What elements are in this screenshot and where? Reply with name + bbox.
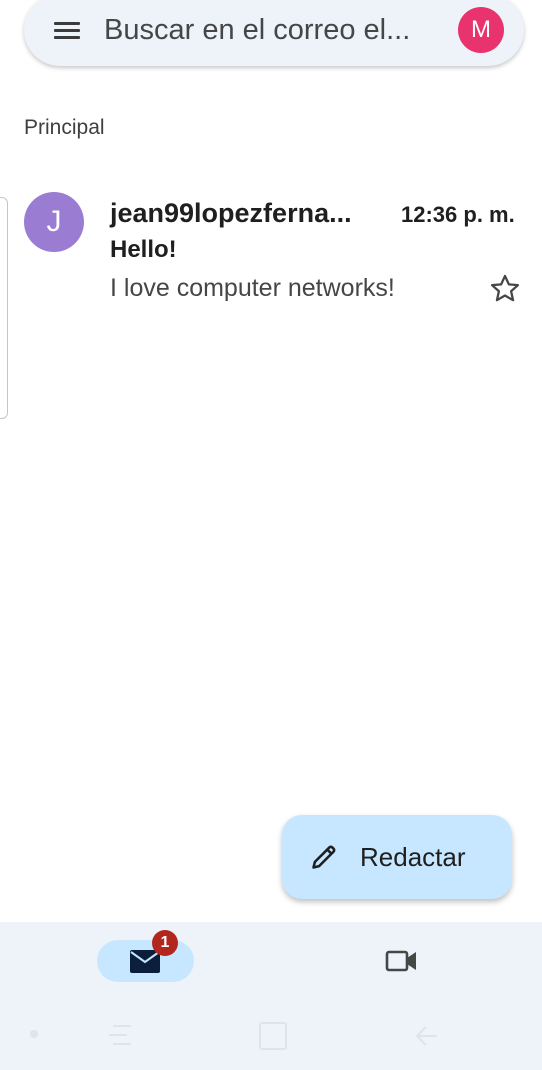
hamburger-menu-icon[interactable] — [54, 19, 80, 41]
system-nav-dot — [30, 1030, 38, 1038]
bottom-navigation: 1 — [0, 922, 542, 1070]
account-avatar-initial: M — [471, 16, 491, 43]
sender-avatar-initial: J — [46, 205, 62, 238]
email-sender: jean99lopezferna... — [110, 198, 352, 228]
search-input[interactable]: Buscar en el correo el... — [104, 14, 410, 47]
section-label: Principal — [24, 116, 105, 139]
pencil-icon — [312, 845, 336, 869]
account-avatar[interactable]: M — [458, 7, 504, 53]
email-list-item[interactable]: J jean99lopezferna... 12:36 p. m. Hello!… — [0, 180, 542, 330]
search-bar[interactable]: Buscar en el correo el... M — [24, 0, 524, 66]
email-time: 12:36 p. m. — [401, 202, 515, 227]
recent-apps-icon[interactable] — [105, 1022, 135, 1048]
video-camera-icon[interactable] — [385, 946, 419, 976]
back-arrow-icon[interactable] — [413, 1022, 441, 1050]
compose-label: Redactar — [360, 842, 466, 872]
nav-mail-tab[interactable] — [97, 940, 194, 982]
unread-badge: 1 — [152, 930, 178, 956]
mail-icon — [130, 950, 160, 973]
sender-avatar[interactable]: J — [24, 192, 84, 252]
email-snippet: I love computer networks! — [110, 274, 395, 302]
home-icon[interactable] — [259, 1022, 287, 1050]
gmail-inbox-screen: Buscar en el correo el... M Principal J … — [0, 0, 542, 1070]
compose-button[interactable]: Redactar — [282, 815, 512, 899]
star-icon[interactable] — [488, 272, 522, 306]
email-subject: Hello! — [110, 236, 177, 263]
